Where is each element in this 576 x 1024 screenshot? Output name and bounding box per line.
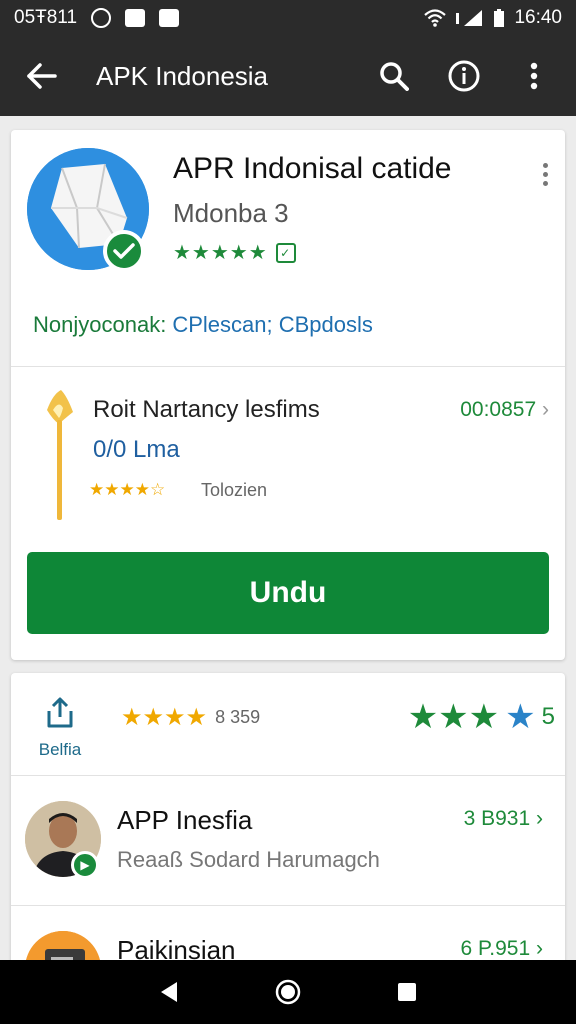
nav-back-icon[interactable] (145, 968, 193, 1016)
related-item[interactable]: Roit Nartancy lesfims 0/0 Lma ★★★★☆ Tolo… (33, 388, 553, 528)
rating-stars-left: ★★★★ (121, 704, 208, 731)
list-item-price-value: 6 P.951 (460, 937, 531, 960)
card-overflow-menu-icon[interactable] (533, 154, 557, 194)
rating-summary-left: ★★★★ 8 359 (121, 703, 260, 732)
item-subtitle: 0/0 Lma (93, 436, 180, 463)
install-button[interactable]: Undu (27, 552, 549, 634)
share-label: Belfia (38, 740, 82, 759)
chevron-right-icon: › (536, 807, 543, 830)
item-name: Roit Nartancy lesfims (93, 396, 320, 423)
rating-stars: ★★★★★ (173, 242, 268, 264)
rating-star-blue: ★ (505, 698, 536, 736)
clock: 16:40 (514, 7, 562, 28)
tag-secondary[interactable]: CPlescan; CBpdosls (172, 312, 373, 338)
rating-stars-green: ★★★ (407, 698, 500, 736)
page-title: APK Indonesia (96, 60, 269, 91)
system-nav-bar (0, 960, 576, 1024)
app-notification-icon (159, 9, 180, 27)
carrier-label: 05Ŧ811 (14, 7, 78, 28)
share-icon (47, 697, 73, 728)
app-developer: Mdonba 3 (173, 198, 289, 228)
details-card: Belfia ★★★★ 8 359 ★★★ ★ 5 ▶ APP Inesfia … (11, 673, 565, 1007)
play-badge-icon: ▶ (71, 851, 99, 879)
app-tags: Nonjyoconak: CPlescan; CBpdosls (33, 312, 373, 338)
list-item-title: APP Inesfia (117, 805, 253, 835)
battery-icon (494, 9, 505, 27)
tag-primary[interactable]: Nonjyoconak: (33, 312, 166, 338)
rating-summary-right[interactable]: ★★★ ★ 5 (408, 697, 555, 737)
list-item[interactable]: ▶ APP Inesfia Reaaß Sodard Harumagch 3 B… (11, 777, 565, 905)
torch-icon (47, 390, 73, 520)
chevron-right-icon: › (536, 937, 543, 960)
rating-count: 8 359 (215, 707, 261, 727)
nav-recents-icon[interactable] (383, 968, 431, 1016)
divider (11, 905, 565, 906)
item-price-value: 00:0857 (460, 398, 537, 421)
list-item-price: 6 P.951 › (460, 937, 543, 961)
app-rating: ★★★★★ ✓ (173, 240, 296, 265)
list-item-price: 3 B931 › (464, 807, 543, 831)
content-rating-icon: ✓ (275, 242, 296, 263)
overflow-menu-icon[interactable] (514, 56, 554, 96)
item-meta: Tolozien (201, 480, 268, 500)
signal-icon (456, 9, 484, 27)
app-title: APR Indonisal catide (173, 152, 452, 185)
divider (11, 775, 565, 776)
item-price: 00:0857 › (460, 398, 549, 422)
featured-app-card: APR Indonisal catide Mdonba 3 ★★★★★ ✓ No… (11, 130, 565, 660)
search-icon[interactable] (374, 56, 414, 96)
rating-value: 5 (541, 703, 555, 730)
nav-home-icon[interactable] (264, 968, 312, 1016)
notification-icon (125, 9, 146, 27)
verified-icon (103, 230, 145, 272)
app-bar: APK Indonesia (0, 36, 576, 116)
info-icon[interactable] (444, 56, 484, 96)
list-item-subtitle: Reaaß Sodard Harumagch (117, 847, 380, 872)
item-stars: ★★★★☆ (89, 480, 166, 499)
list-item-price-value: 3 B931 (463, 807, 531, 830)
status-bar: 05Ŧ811 16:40 (0, 0, 576, 36)
chevron-right-icon: › (542, 398, 549, 421)
wifi-icon (424, 9, 447, 27)
back-arrow-icon[interactable] (22, 56, 62, 96)
share-button[interactable]: Belfia (33, 695, 87, 765)
divider (11, 366, 565, 367)
sync-icon (91, 8, 112, 28)
